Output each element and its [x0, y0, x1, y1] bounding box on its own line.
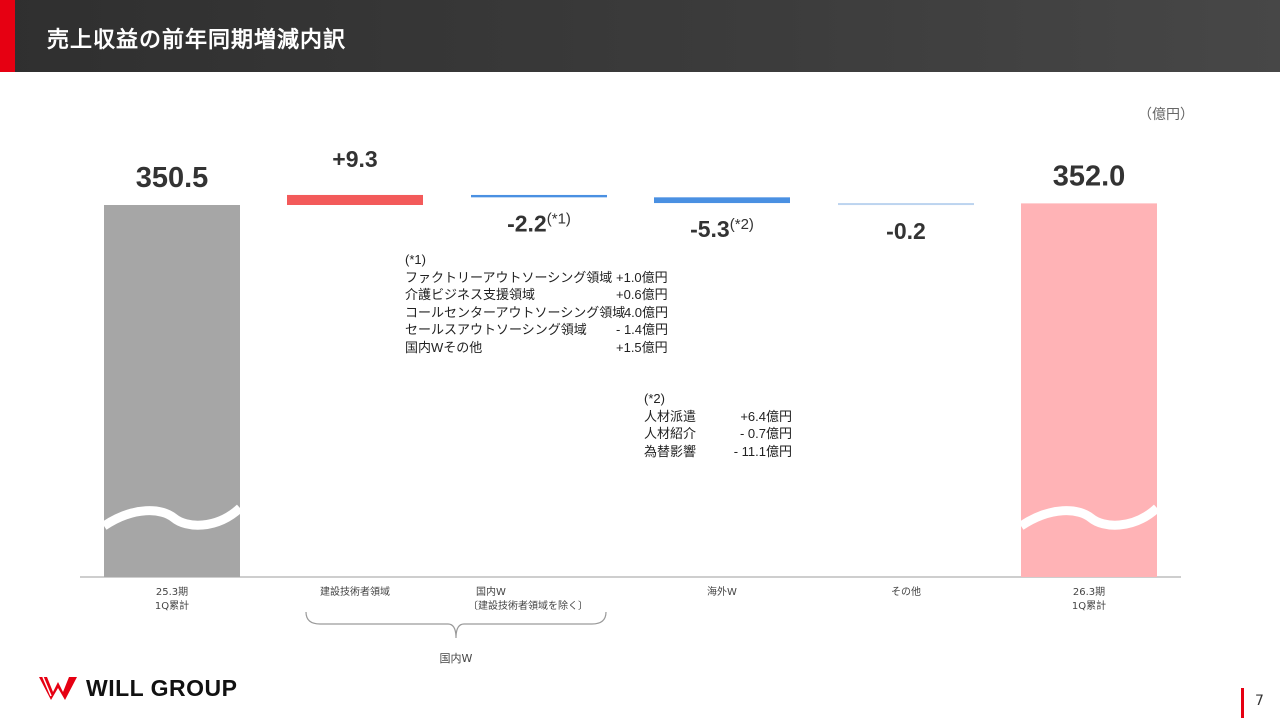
value-label-5: 352.0	[1053, 160, 1126, 192]
footnote-mark-2: (*1)	[547, 210, 571, 227]
category-label-line: 建設技術者領域	[320, 587, 390, 598]
logo-mark-icon	[39, 676, 77, 700]
footnote-row-value: - 1.4億円	[616, 322, 669, 337]
footnote-row-value: +1.0億円	[616, 269, 668, 285]
value-label-0: 350.5	[136, 162, 209, 194]
footnote-row: 人材派遣 +6.4億円	[644, 408, 792, 426]
bar-delta-2	[471, 194, 607, 198]
category-label-line: 〔建設技術者領域を除く〕	[468, 601, 588, 612]
category-label-line: 海外W	[707, 587, 737, 598]
footnote-1: (*1) ファクトリーアウトソーシング領域 +1.0億円 介護ビジネス支援領域 +0.…	[405, 251, 706, 356]
logo-text: WILL GROUP	[86, 674, 238, 701]
group-brace-label: 国内W	[440, 651, 473, 665]
value-label-3: -5.3(*2)	[690, 216, 754, 242]
category-label-line: その他	[891, 587, 921, 598]
footnote-1-title: (*1)	[405, 252, 426, 267]
value-label-2: -2.2(*1)	[507, 210, 571, 236]
footnote-row: 介護ビジネス支援領域 +0.6億円	[405, 286, 706, 304]
footnote-row-value: - 0.7億円	[739, 426, 792, 441]
page-number-accent	[1241, 688, 1244, 718]
footnote-row: セールスアウトソーシング領域 - 1.4億円	[405, 321, 706, 339]
footnote-row-value: +0.6億円	[616, 287, 668, 302]
company-logo: WILL GROUP	[38, 673, 238, 703]
footnote-row: 為替影響 - 11.1億円	[644, 443, 792, 461]
group-brace	[305, 611, 607, 639]
bar-delta-3	[654, 197, 790, 204]
footnote-row-value: - 4.0億円	[616, 304, 669, 320]
footnote-row-name: 人材紹介	[644, 426, 697, 441]
category-label-line: 国内W	[476, 587, 506, 598]
footnote-row-value: +1.5億円	[616, 339, 668, 355]
footnote-2: (*2) 人材派遣 +6.4億円人材紹介 - 0.7億円為替影響 - 11.1億円	[644, 390, 792, 460]
bar-delta-1	[287, 194, 423, 205]
footnote-mark-3: (*2)	[730, 216, 754, 233]
footnote-row-name: 人材派遣	[644, 408, 697, 424]
footnote-row-name: セールスアウトソーシング領域	[405, 322, 587, 337]
footnote-row-name: 為替影響	[644, 443, 697, 459]
category-label-1: 建設技術者領域	[275, 586, 435, 600]
category-label-4: その他	[826, 586, 986, 600]
footnote-row-name: 介護ビジネス支援領域	[405, 287, 536, 302]
category-label-2: 国内W 〔建設技術者領域を除く〕	[468, 586, 626, 614]
footnote-row-value: +6.4億円	[740, 408, 792, 424]
bar-delta-4	[838, 203, 974, 206]
footnote-row-name: 国内Wその他	[405, 339, 483, 355]
footnote-row-name: コールセンターアウトソーシング領域	[405, 304, 626, 320]
category-label-3: 海外W	[642, 586, 802, 600]
category-label-line: 1Q累計	[1071, 601, 1107, 612]
category-label-5: 26.3期 1Q累計	[1009, 586, 1169, 614]
value-label-1: +9.3	[332, 146, 377, 172]
value-label-4: -0.2	[886, 218, 926, 244]
footnote-row-name: ファクトリーアウトソーシング領域	[405, 269, 613, 285]
footnote-row: 国内Wその他 +1.5億円	[405, 339, 706, 357]
page-number: 7	[1255, 693, 1264, 709]
category-label-0: 25.3期 1Q累計	[92, 586, 252, 614]
footnote-row: コールセンターアウトソーシング領域 - 4.0億円	[405, 304, 706, 322]
footnote-2-title: (*2)	[644, 391, 665, 406]
category-label-line: 1Q累計	[154, 601, 190, 612]
category-label-line: 25.3期	[155, 587, 189, 598]
footnote-row: ファクトリーアウトソーシング領域 +1.0億円	[405, 269, 706, 287]
footnote-row: 人材紹介 - 0.7億円	[644, 425, 792, 443]
category-label-line: 26.3期	[1072, 587, 1106, 598]
footnote-row-value: - 11.1億円	[733, 443, 792, 459]
